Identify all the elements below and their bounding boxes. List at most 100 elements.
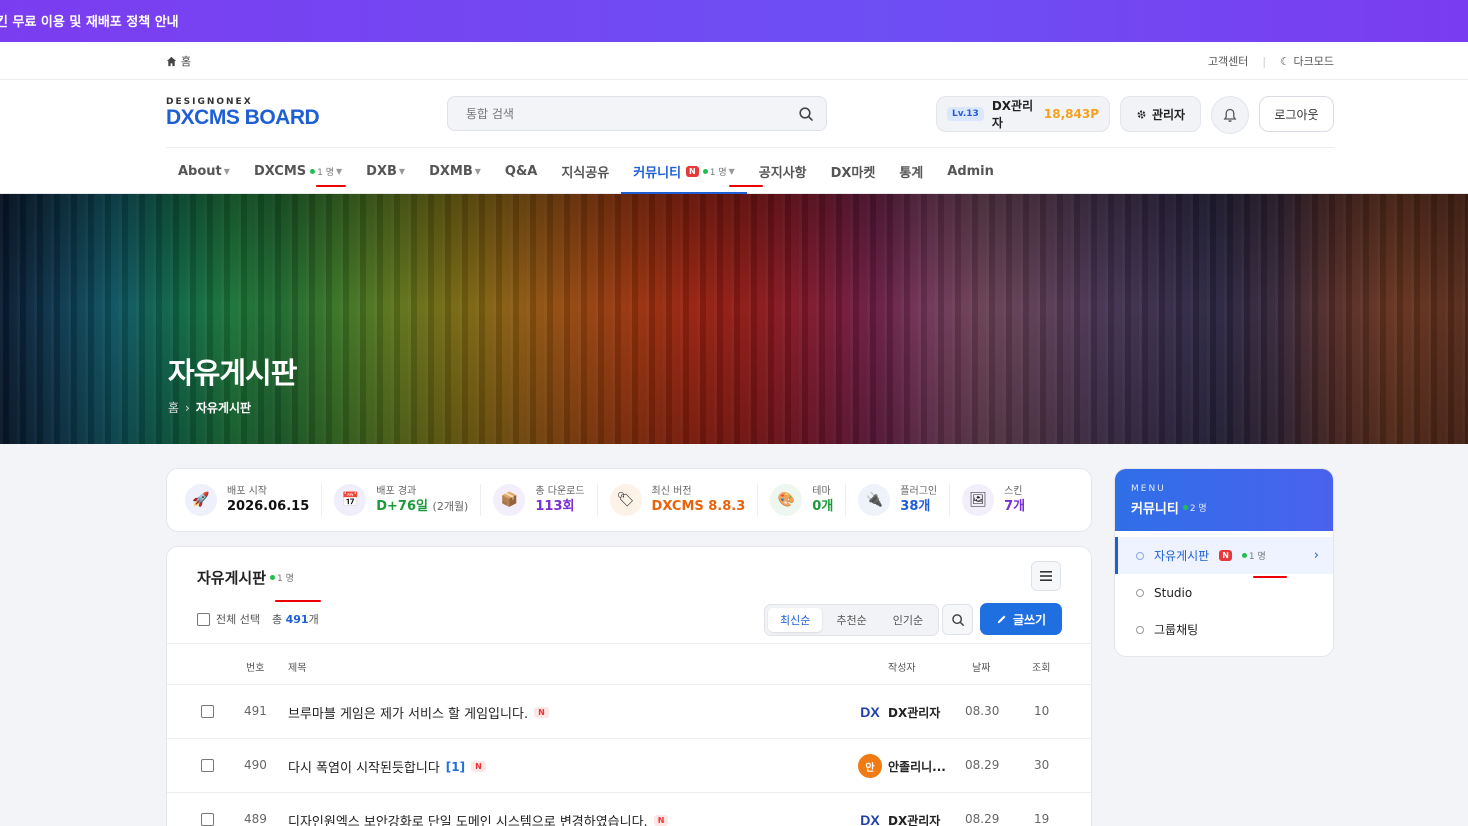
sort-popular[interactable]: 인기순 — [881, 608, 935, 632]
table-row[interactable]: 490 다시 폭염이 시작된듯합니다 [1] N 안 안졸리니... 08.29 30 — [167, 739, 1091, 793]
col-title: 제목 — [288, 663, 307, 674]
nav-admin[interactable]: Admin — [935, 148, 1006, 194]
total-number: 491 — [285, 613, 309, 626]
comment-count: [1] — [445, 759, 466, 774]
side-item-label: 그룹채팅 — [1154, 623, 1199, 637]
moon-icon: ☾ — [1280, 55, 1291, 68]
row-title: 디자인원엑스 보안강화로 단일 도메인 시스템으로 변경하였습니다. — [288, 815, 648, 826]
board-title: 자유게시판 — [197, 569, 267, 587]
chevron-right-icon: › — [185, 400, 190, 415]
online-dot-icon — [270, 575, 276, 580]
row-title-link[interactable]: 다시 폭염이 시작된듯합니다 [1] N — [288, 757, 486, 776]
row-author[interactable]: DX DX관리자 — [858, 700, 940, 724]
row-author[interactable]: DX DX관리자 — [858, 808, 940, 826]
sort-recommended[interactable]: 추천순 — [824, 608, 878, 632]
side-menu-header: MENU 커뮤니티 2 명 — [1115, 469, 1333, 531]
caret-down-icon: ▼ — [728, 166, 735, 176]
online-count-text: 1 명 — [277, 574, 294, 584]
nav-notice[interactable]: 공지사항 — [747, 148, 819, 194]
side-item-studio[interactable]: Studio — [1115, 574, 1333, 611]
nav-community[interactable]: 커뮤니티 N 1 명 ▼ — [621, 148, 747, 195]
nav-dxb[interactable]: DXB ▼ — [354, 148, 417, 194]
rocket-icon: 🚀 — [185, 484, 217, 516]
breadcrumb-home[interactable]: 홈 — [168, 399, 179, 416]
support-link[interactable]: 고객센터 — [1208, 53, 1248, 69]
annotation-underline — [316, 185, 346, 187]
row-num: 490 — [244, 758, 267, 772]
sort-tabs: 최신순 추천순 인기순 — [764, 604, 940, 636]
annotation-underline — [729, 185, 763, 187]
table-row[interactable]: 491 브루마블 게임은 제가 서비스 할 게임입니다. N DX DX관리자 08… — [167, 685, 1091, 739]
search-icon[interactable] — [798, 106, 814, 122]
total-count: 총 491개 — [272, 611, 319, 627]
hamburger-icon — [1040, 571, 1052, 581]
table-row[interactable]: 489 디자인원엑스 보안강화로 단일 도메인 시스템으로 변경하였습니다. N … — [167, 793, 1091, 826]
stat-value-wrap: D+76일 (2개월) — [376, 498, 468, 515]
announcement-banner[interactable]: 킨 무료 이용 및 재배포 정책 안내 — [0, 0, 1468, 42]
admin-button[interactable]: 관리자 — [1120, 96, 1201, 132]
online-count-text: 1 명 — [1248, 552, 1266, 562]
caret-down-icon: ▼ — [223, 166, 230, 176]
side-menu-title: 커뮤니티 — [1131, 502, 1179, 517]
board-search-button[interactable] — [942, 604, 973, 635]
logout-button[interactable]: 로그아웃 — [1259, 96, 1334, 132]
user-points: 18,843P — [1043, 107, 1099, 121]
author-name: DX관리자 — [888, 705, 941, 720]
row-author[interactable]: 안 안졸리니... — [858, 754, 946, 778]
breadcrumb: 홈 › 자유게시판 — [168, 399, 251, 416]
write-label: 글쓰기 — [1012, 612, 1047, 627]
caret-down-icon: ▼ — [474, 166, 481, 176]
row-checkbox[interactable] — [201, 813, 214, 826]
bell-icon — [1223, 108, 1237, 122]
nav-dxmb[interactable]: DXMB ▼ — [417, 148, 493, 194]
search-input[interactable] — [466, 106, 798, 121]
side-menu-title-row: 커뮤니티 2 명 — [1131, 498, 1317, 517]
nav-qna[interactable]: Q&A — [493, 148, 549, 194]
logo-brand-big: DXCMS BOARD — [166, 106, 320, 129]
online-count: 1 명 — [270, 571, 294, 584]
site-logo[interactable]: DESIGNONEX DXCMS BOARD — [166, 97, 320, 129]
stat-sub: (2개월) — [432, 499, 469, 513]
author-name: DX관리자 — [888, 813, 941, 826]
caret-down-icon: ▼ — [336, 166, 343, 176]
nav-market[interactable]: DX마켓 — [819, 148, 888, 194]
select-all[interactable]: 전체 선택 총 491개 — [197, 611, 319, 627]
stat-label: 배포 경과 — [376, 485, 417, 497]
nav-stats[interactable]: 통계 — [887, 148, 935, 194]
row-title-link[interactable]: 브루마블 게임은 제가 서비스 할 게임입니다. N — [288, 703, 549, 722]
image-icon: 🖼 — [962, 484, 995, 516]
tag-icon: 🏷 — [609, 484, 642, 516]
nav-label: 지식공유 — [561, 165, 610, 181]
user-profile-button[interactable]: Lv.13 DX관리자 18,843P — [936, 96, 1110, 132]
nav-knowledge[interactable]: 지식공유 — [549, 148, 621, 194]
online-dot-icon — [310, 168, 316, 174]
row-num: 491 — [244, 704, 267, 718]
circle-icon — [1136, 588, 1144, 597]
darkmode-toggle[interactable]: ☾ 다크모드 — [1280, 53, 1334, 69]
stat-release-elapsed: 📅 배포 경과 D+76일 (2개월) — [334, 484, 482, 516]
home-link[interactable]: 홈 — [166, 53, 191, 69]
online-count-text: 2 명 — [1189, 504, 1207, 514]
chevron-right-icon: › — [1313, 548, 1319, 563]
nav-about[interactable]: About ▼ — [166, 148, 242, 194]
write-button[interactable]: 글쓰기 — [980, 603, 1062, 635]
nav-label: DX마켓 — [830, 165, 876, 181]
palette-icon: 🎨 — [770, 484, 803, 516]
stat-skins: 🖼 스킨 7개 — [962, 484, 1037, 516]
row-checkbox[interactable] — [201, 705, 214, 718]
select-all-checkbox[interactable] — [197, 612, 210, 626]
select-all-label: 전체 선택 — [216, 613, 260, 626]
nav-dxcms[interactable]: DXCMS 1 명 ▼ — [242, 148, 354, 194]
annotation-underline — [275, 600, 321, 602]
banner-text[interactable]: 킨 무료 이용 및 재배포 정책 안내 — [0, 15, 179, 30]
annotation-underline — [1253, 576, 1287, 578]
row-title-link[interactable]: 디자인원엑스 보안강화로 단일 도메인 시스템으로 변경하였습니다. N — [288, 811, 669, 826]
board-menu-button[interactable] — [1031, 561, 1061, 591]
side-item-free-board[interactable]: 자유게시판 N 1 명 › — [1115, 537, 1333, 574]
admin-label: 관리자 — [1151, 107, 1186, 122]
sort-latest[interactable]: 최신순 — [768, 608, 823, 632]
row-checkbox[interactable] — [201, 759, 214, 772]
online-count: 1 명 — [310, 165, 334, 178]
side-item-group-chat[interactable]: 그룹채팅 — [1115, 611, 1333, 648]
notification-button[interactable] — [1211, 96, 1249, 134]
